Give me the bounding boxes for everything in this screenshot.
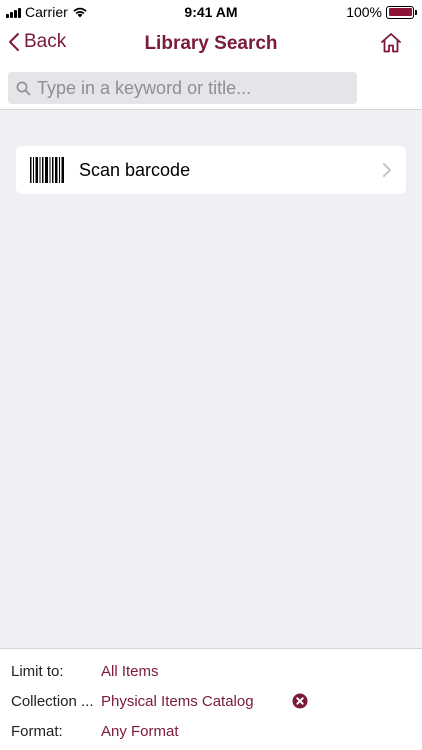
filters-panel: Limit to: All Items Collection ... Physi… [0, 648, 422, 750]
search-area [0, 66, 422, 110]
filter-row-collection: Collection ... Physical Items Catalog [0, 687, 422, 715]
collection-value[interactable]: Physical Items Catalog [101, 693, 254, 710]
status-bar: Carrier 9:41 AM 100% [0, 0, 422, 24]
chevron-left-icon [9, 33, 19, 51]
barcode-icon [30, 157, 64, 183]
limit-value[interactable]: All Items [101, 663, 159, 680]
scan-barcode-row[interactable]: Scan barcode [16, 146, 406, 194]
format-label: Format: [11, 723, 63, 740]
battery-icon [386, 5, 417, 19]
nav-bar: Back Library Search [0, 24, 422, 66]
filter-row-limit: Limit to: All Items [0, 657, 422, 685]
scan-barcode-label: Scan barcode [79, 159, 191, 180]
search-icon [16, 81, 31, 95]
battery-fill [388, 8, 412, 16]
search-box[interactable] [8, 72, 357, 104]
collection-label: Collection ... [11, 693, 94, 710]
filter-row-format: Format: Any Format [0, 717, 422, 745]
clear-collection-icon[interactable] [292, 693, 308, 709]
back-label: Back [24, 31, 67, 52]
chevron-right-icon [383, 163, 391, 177]
battery-cap [415, 9, 417, 15]
home-icon[interactable] [380, 32, 402, 54]
back-button[interactable]: Back [8, 31, 66, 53]
search-input[interactable] [37, 77, 347, 99]
status-right: 100% [346, 4, 417, 20]
battery-percent: 100% [346, 4, 382, 20]
format-value[interactable]: Any Format [101, 723, 179, 740]
limit-label: Limit to: [11, 663, 64, 680]
